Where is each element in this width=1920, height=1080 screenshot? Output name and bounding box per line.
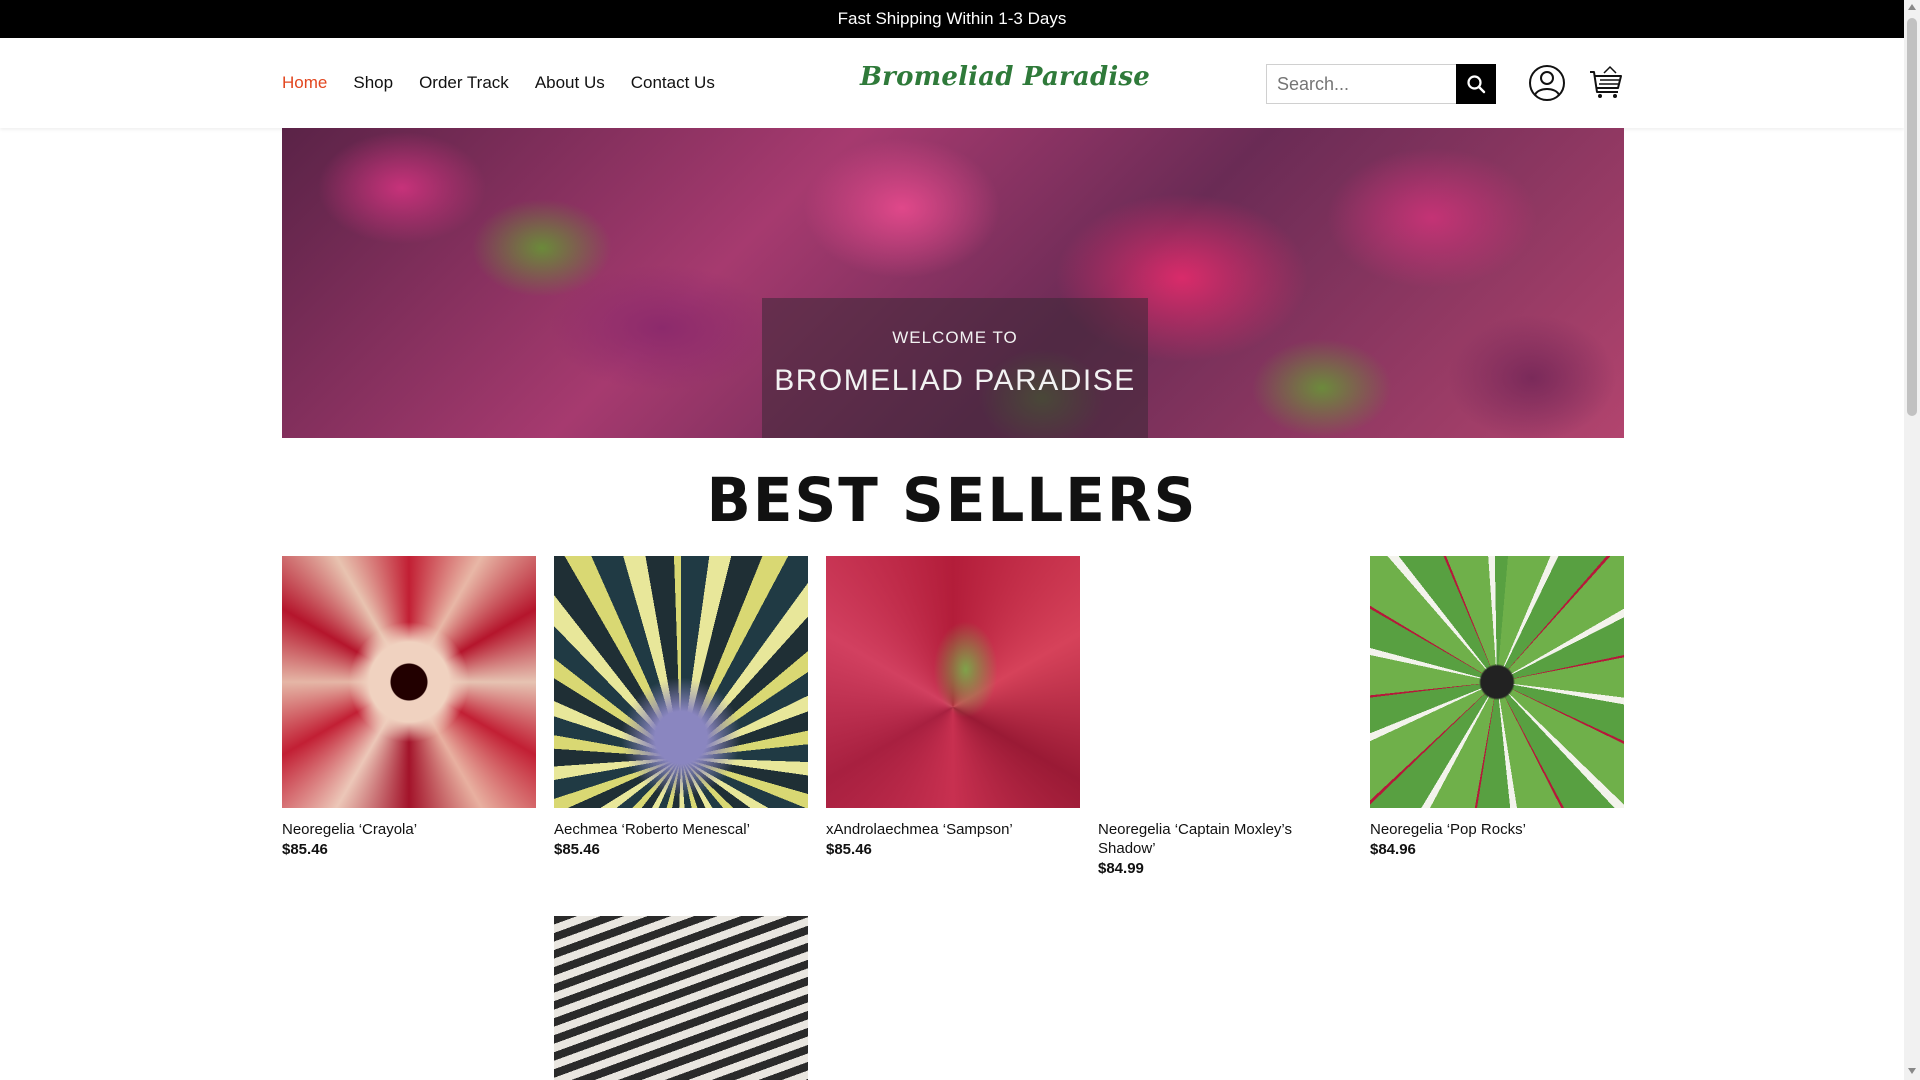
nav-contact-us[interactable]: Contact Us bbox=[631, 73, 715, 93]
product-price: $85.46 bbox=[826, 841, 872, 858]
search-button[interactable] bbox=[1456, 64, 1496, 104]
product-image-placeholder[interactable] bbox=[1098, 556, 1352, 808]
product-image[interactable] bbox=[282, 556, 536, 808]
scrollbar-thumb[interactable] bbox=[1907, 18, 1917, 416]
nav-shop[interactable]: Shop bbox=[353, 73, 393, 93]
scroll-down-arrow-icon[interactable] bbox=[1908, 1068, 1916, 1074]
product-name[interactable]: Neoregelia ‘Pop Rocks’ bbox=[1370, 820, 1624, 839]
product-card[interactable]: Aechmea ‘Roberto Menescal’ $85.46 bbox=[554, 556, 808, 858]
product-card[interactable]: Neoregelia ‘Captain Moxley’s Shadow’ $84… bbox=[1098, 556, 1352, 877]
hero-title: BROMELIAD PARADISE bbox=[774, 364, 1136, 397]
product-card[interactable]: Neoregelia ‘Crayola’ $85.46 bbox=[282, 556, 536, 858]
hero-banner[interactable]: WELCOME TO BROMELIAD PARADISE bbox=[282, 128, 1624, 438]
product-name[interactable]: Neoregelia ‘Captain Moxley’s Shadow’ bbox=[1098, 820, 1352, 858]
search-icon bbox=[1467, 75, 1486, 94]
product-price: $84.96 bbox=[1370, 841, 1416, 858]
product-image[interactable] bbox=[1370, 556, 1624, 808]
product-name[interactable]: Neoregelia ‘Crayola’ bbox=[282, 820, 536, 839]
product-image[interactable] bbox=[554, 916, 808, 1080]
search-input[interactable] bbox=[1266, 64, 1456, 104]
product-price: $84.99 bbox=[1098, 860, 1144, 877]
page-scrollbar[interactable] bbox=[1904, 0, 1920, 1080]
product-card[interactable]: xAndrolaechmea ‘Sampson’ $85.46 bbox=[826, 556, 1080, 858]
product-price: $85.46 bbox=[554, 841, 600, 858]
best-sellers-heading: BEST SELLERS bbox=[706, 464, 1198, 536]
hero-welcome-panel: WELCOME TO BROMELIAD PARADISE bbox=[762, 298, 1148, 438]
nav-order-track[interactable]: Order Track bbox=[419, 73, 509, 93]
product-image[interactable] bbox=[826, 556, 1080, 808]
main-nav: Home Shop Order Track About Us Contact U… bbox=[282, 38, 715, 128]
hero-subtitle: WELCOME TO bbox=[892, 328, 1018, 347]
product-name[interactable]: Aechmea ‘Roberto Menescal’ bbox=[554, 820, 808, 839]
announcement-text: Fast Shipping Within 1-3 Days bbox=[837, 9, 1067, 28]
product-card[interactable] bbox=[554, 916, 808, 1080]
product-card[interactable]: Neoregelia ‘Pop Rocks’ $84.96 bbox=[1370, 556, 1624, 858]
nav-home[interactable]: Home bbox=[282, 73, 327, 93]
product-name[interactable]: xAndrolaechmea ‘Sampson’ bbox=[826, 820, 1080, 839]
product-image[interactable] bbox=[554, 556, 808, 808]
scroll-up-arrow-icon[interactable] bbox=[1908, 4, 1916, 10]
product-price: $85.46 bbox=[282, 841, 328, 858]
nav-about-us[interactable]: About Us bbox=[535, 73, 605, 93]
announcement-bar: Fast Shipping Within 1-3 Days bbox=[0, 0, 1904, 38]
site-logo[interactable]: Bromeliad Paradise bbox=[860, 62, 1150, 92]
cart-icon[interactable] bbox=[1588, 64, 1624, 100]
search-form bbox=[1266, 64, 1496, 104]
user-icon[interactable] bbox=[1528, 64, 1566, 102]
